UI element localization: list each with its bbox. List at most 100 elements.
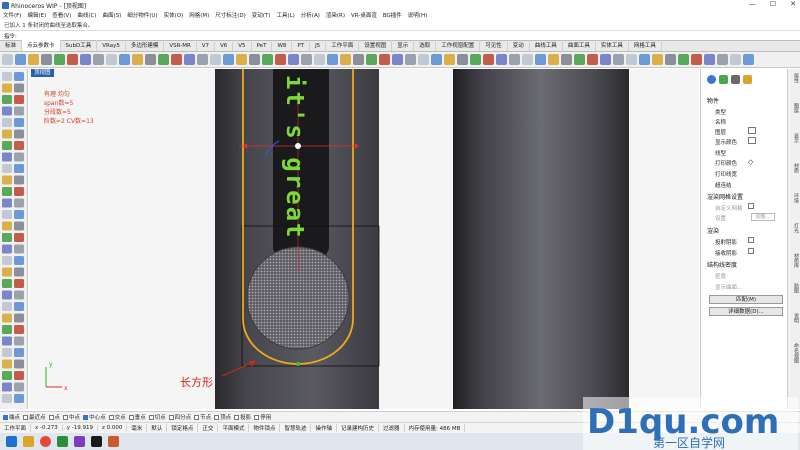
- toolbar-tab[interactable]: V7: [197, 42, 216, 51]
- palette-tool-icon[interactable]: [14, 83, 24, 93]
- cast-shadow-checkbox[interactable]: [748, 237, 754, 243]
- toolbar-tool-icon[interactable]: [158, 54, 169, 65]
- palette-tool-icon[interactable]: [14, 233, 24, 242]
- toolbar-tool-icon[interactable]: [600, 54, 611, 65]
- osnap-checkbox[interactable]: [128, 414, 134, 420]
- receive-shadow-checkbox[interactable]: [748, 248, 754, 254]
- status-item[interactable]: 记录建构历史: [337, 424, 380, 432]
- osnap-checkbox[interactable]: [234, 414, 240, 420]
- display-icon[interactable]: [731, 75, 740, 84]
- mesh-custom-checkbox[interactable]: [748, 203, 754, 209]
- palette-tool-icon[interactable]: [2, 325, 12, 334]
- close-button[interactable]: ✕: [790, 0, 796, 8]
- palette-tool-icon[interactable]: [2, 164, 12, 173]
- menu-item[interactable]: 曲面(S): [102, 11, 121, 19]
- osnap-checkbox[interactable]: [214, 414, 220, 420]
- osnap-option[interactable]: 节点: [194, 413, 211, 421]
- display-color-swatch[interactable]: [748, 137, 756, 144]
- palette-tool-icon[interactable]: [14, 95, 24, 104]
- toolbar-tool-icon[interactable]: [262, 54, 273, 65]
- toolbar-tool-icon[interactable]: [470, 54, 481, 65]
- toolbar-tool-icon[interactable]: [80, 54, 91, 65]
- osnap-option[interactable]: 中心点: [83, 413, 106, 421]
- palette-tool-icon[interactable]: [14, 164, 24, 173]
- status-item[interactable]: 正交: [198, 424, 219, 432]
- toolbar-tab[interactable]: 设置视图: [359, 40, 393, 51]
- tool-palette-icons[interactable]: [0, 69, 28, 409]
- toolbar-tab[interactable]: 点云参数卡: [22, 40, 61, 51]
- palette-tool-icon[interactable]: [14, 313, 24, 323]
- toolbar-tool-icon[interactable]: [496, 54, 507, 65]
- menu-item[interactable]: 说明(H): [408, 11, 427, 19]
- toolbar-tool-icon[interactable]: [93, 54, 104, 65]
- palette-tool-icon[interactable]: [2, 152, 12, 162]
- toolbar-tool-icon[interactable]: [431, 54, 442, 65]
- match-button[interactable]: 匹配(M): [709, 295, 783, 304]
- toolbar-tab[interactable]: V5: [233, 42, 252, 51]
- palette-tool-icon[interactable]: [2, 198, 12, 208]
- palette-tool-icon[interactable]: [14, 256, 24, 265]
- osnap-checkbox[interactable]: [108, 414, 114, 420]
- palette-tool-icon[interactable]: [14, 221, 24, 231]
- rhino-taskbar-icon[interactable]: [91, 436, 102, 447]
- palette-tool-icon[interactable]: [2, 256, 12, 265]
- chrome-icon[interactable]: [40, 436, 51, 447]
- diamond-icon[interactable]: ◇: [748, 158, 753, 166]
- toolbar-tab[interactable]: 工作平面: [326, 40, 360, 51]
- toolbar-tool-icon[interactable]: [665, 54, 676, 65]
- details-button[interactable]: 详细数据(D)...: [709, 307, 783, 316]
- toolbar-tool-icon[interactable]: [704, 54, 715, 65]
- palette-tool-icon[interactable]: [2, 210, 12, 219]
- toolbar-tab[interactable]: 变动: [508, 40, 530, 51]
- side-tab[interactable]: 材质: [789, 163, 800, 173]
- palette-tool-icon[interactable]: [14, 187, 24, 196]
- menu-item[interactable]: BG插件: [383, 11, 402, 19]
- toolbar-tool-icon[interactable]: [483, 54, 494, 65]
- palette-tool-icon[interactable]: [2, 95, 12, 104]
- menu-item[interactable]: 分析(A): [301, 11, 320, 19]
- toolbar-tool-icon[interactable]: [405, 54, 416, 65]
- palette-tool-icon[interactable]: [2, 279, 12, 288]
- toolbar-tool-icon[interactable]: [587, 54, 598, 65]
- palette-tool-icon[interactable]: [14, 118, 24, 127]
- side-tab[interactable]: 命名视图: [789, 343, 800, 363]
- ppt-icon[interactable]: [108, 436, 119, 447]
- layer-color-swatch[interactable]: [748, 127, 756, 134]
- palette-tool-icon[interactable]: [14, 198, 24, 208]
- status-item[interactable]: 物件锁点: [249, 424, 281, 432]
- osnap-option[interactable]: 四分点: [168, 413, 191, 421]
- menu-item[interactable]: 网格(M): [189, 11, 209, 19]
- toolbar-tab[interactable]: VRay5: [97, 42, 126, 51]
- side-tab[interactable]: 显示: [789, 133, 800, 143]
- osnap-checkbox[interactable]: [168, 414, 174, 420]
- toolbar-tool-icon[interactable]: [119, 54, 130, 65]
- toolbar-tool-icon[interactable]: [327, 54, 338, 65]
- toolbar-tool-icon[interactable]: [366, 54, 377, 65]
- menu-item[interactable]: 细分物件(U): [127, 11, 157, 19]
- toolbar-tab[interactable]: 实体工具: [596, 40, 629, 51]
- palette-tool-icon[interactable]: [14, 152, 24, 162]
- palette-tool-icon[interactable]: [2, 290, 12, 300]
- toolbar-tool-icon[interactable]: [613, 54, 624, 65]
- palette-tool-icon[interactable]: [14, 141, 24, 150]
- menu-item[interactable]: VR-桌面渲: [351, 11, 377, 19]
- palette-tool-icon[interactable]: [2, 83, 12, 93]
- toolbar-tab[interactable]: VSR-MR: [164, 42, 197, 51]
- status-item[interactable]: 智慧轨迹: [280, 424, 312, 432]
- top-viewport[interactable]: it's great y x: [29, 69, 699, 409]
- menu-item[interactable]: 文件(F): [3, 11, 21, 19]
- palette-tool-icon[interactable]: [14, 72, 24, 81]
- toolbar-tab[interactable]: 显示: [392, 40, 415, 51]
- palette-tool-icon[interactable]: [2, 267, 12, 277]
- toolbar-tool-icon[interactable]: [171, 54, 182, 65]
- toolbar-tab[interactable]: 选取: [414, 40, 437, 51]
- toolbar-tool-icon[interactable]: [106, 54, 117, 65]
- toolbar-tool-icon[interactable]: [249, 54, 260, 65]
- toolbar-tool-icon[interactable]: [54, 54, 65, 65]
- start-icon[interactable]: [6, 436, 17, 447]
- palette-tool-icon[interactable]: [14, 129, 24, 139]
- toolbar-tool-icon[interactable]: [574, 54, 585, 65]
- toolbar-tool-icon[interactable]: [275, 54, 286, 65]
- toolbar-tool-icon[interactable]: [314, 54, 325, 65]
- palette-tool-icon[interactable]: [14, 336, 24, 346]
